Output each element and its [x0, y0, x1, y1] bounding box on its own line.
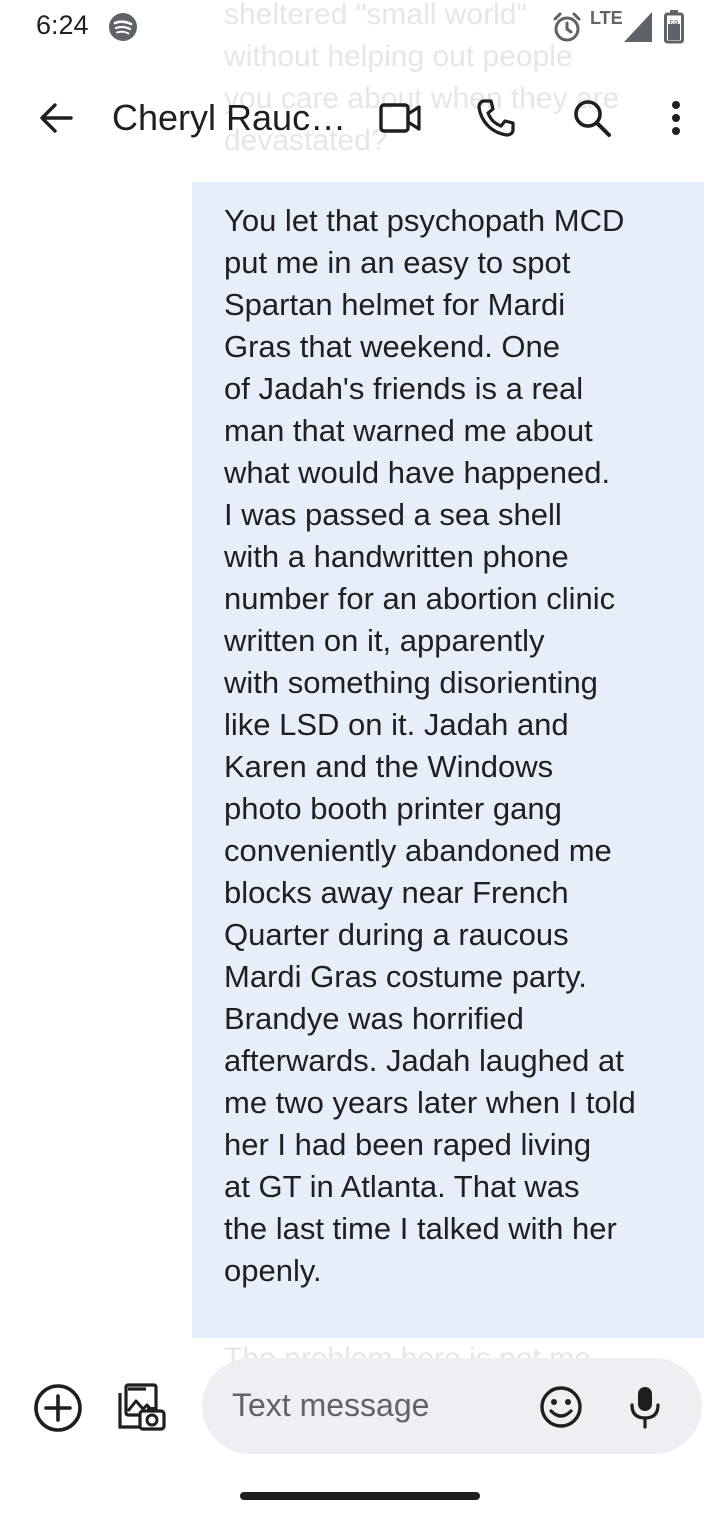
message-input[interactable]: Text message: [202, 1358, 702, 1454]
emoji-icon[interactable]: [538, 1384, 584, 1430]
message-text: You let that psychopath MCD put me in an…: [224, 203, 636, 1288]
back-arrow-icon[interactable]: [26, 70, 86, 166]
alarm-icon: [550, 10, 584, 49]
battery-level: 59: [669, 19, 679, 28]
conversation-title[interactable]: Cheryl Rauc…: [112, 94, 352, 142]
more-vert-icon[interactable]: [646, 70, 706, 166]
search-icon[interactable]: [562, 70, 622, 166]
status-bar: 6:24 LTE 59: [0, 0, 720, 56]
add-circle-icon[interactable]: [32, 1382, 84, 1434]
signal-icon: [624, 12, 652, 47]
mic-icon[interactable]: [628, 1384, 662, 1430]
composer-bar: Text message: [0, 1358, 720, 1458]
spotify-icon: [108, 12, 138, 47]
app-bar: Cheryl Rauc…: [0, 70, 720, 166]
network-label: LTE: [590, 8, 623, 28]
phone-icon[interactable]: [466, 70, 526, 166]
message-input-placeholder: Text message: [232, 1387, 430, 1423]
gallery-icon[interactable]: [116, 1382, 168, 1434]
status-time: 6:24: [36, 10, 89, 40]
battery-icon: 59: [664, 10, 684, 49]
video-call-icon[interactable]: [370, 70, 430, 166]
gesture-nav-handle[interactable]: [240, 1492, 480, 1500]
